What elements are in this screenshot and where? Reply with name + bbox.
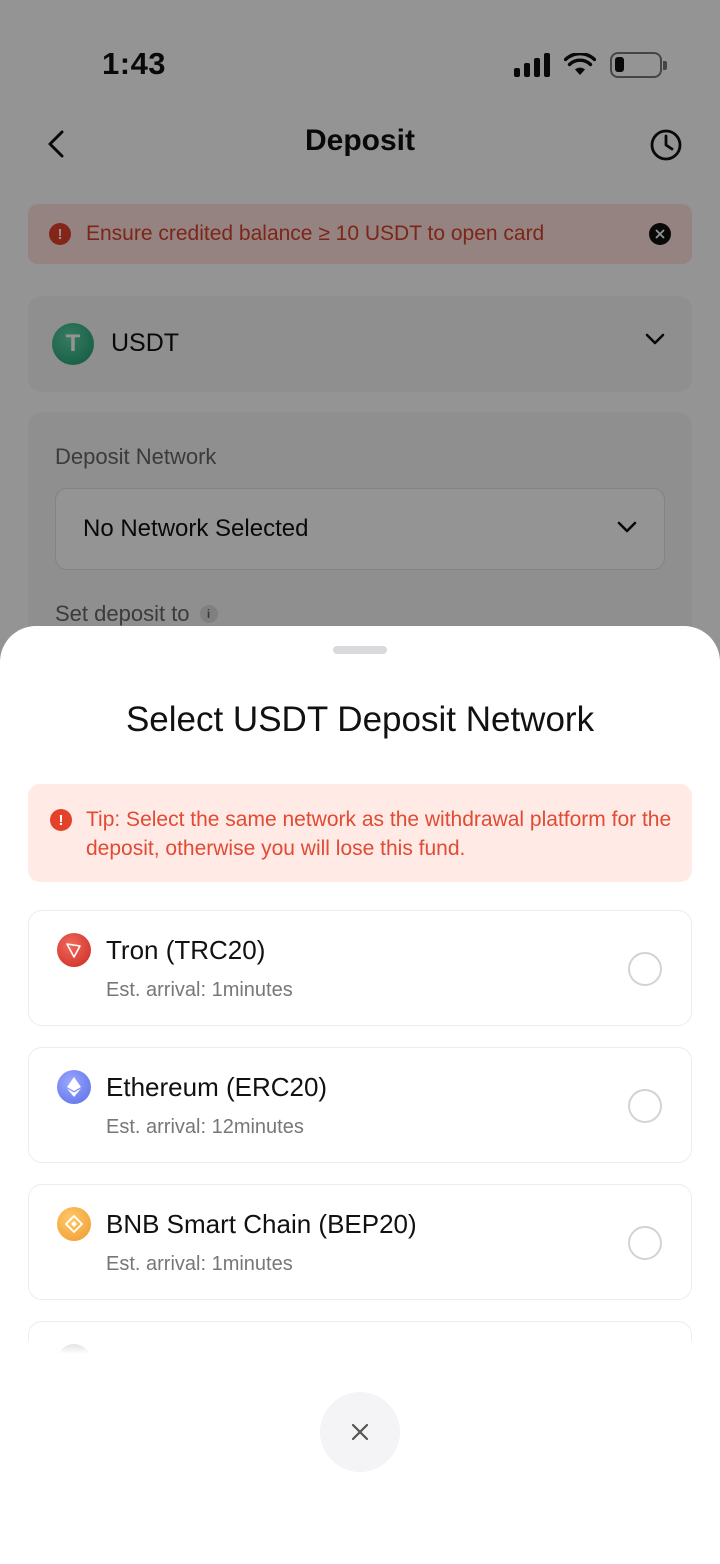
sheet-title: Select USDT Deposit Network	[125, 700, 595, 739]
close-icon	[351, 1423, 369, 1441]
network-name: Ethereum (ERC20)	[106, 1072, 328, 1102]
network-eta: Est. arrival: 12minutes	[106, 1116, 304, 1138]
network-option-ethereum[interactable]: Ethereum (ERC20) Est. arrival: 12minutes	[28, 1047, 692, 1163]
sheet-drag-handle[interactable]	[333, 646, 387, 654]
ethereum-icon	[57, 1070, 91, 1104]
network-name: Tron (TRC20)	[106, 935, 266, 965]
network-list[interactable]: Tron (TRC20) Est. arrival: 1minutes Ethe…	[28, 910, 692, 1354]
network-radio[interactable]	[628, 952, 662, 986]
network-name: BNB Smart Chain (BEP20)	[106, 1209, 417, 1239]
network-bottom-sheet: Select USDT Deposit Network ! Tip: Selec…	[0, 626, 720, 1564]
bnb-icon	[57, 1207, 91, 1241]
tip-text: Tip: Select the same network as the with…	[86, 808, 672, 860]
network-eta: Est. arrival: 1minutes	[106, 1253, 293, 1275]
network-option-tron[interactable]: Tron (TRC20) Est. arrival: 1minutes	[28, 910, 692, 1026]
tron-icon	[57, 933, 91, 967]
list-fade	[28, 1340, 692, 1354]
network-radio[interactable]	[628, 1226, 662, 1260]
network-radio[interactable]	[628, 1089, 662, 1123]
network-tip: ! Tip: Select the same network as the wi…	[28, 784, 692, 882]
warning-icon: !	[50, 809, 72, 831]
close-sheet-button[interactable]	[320, 1392, 400, 1472]
network-eta: Est. arrival: 1minutes	[106, 979, 293, 1001]
network-option-bnb[interactable]: BNB Smart Chain (BEP20) Est. arrival: 1m…	[28, 1184, 692, 1300]
